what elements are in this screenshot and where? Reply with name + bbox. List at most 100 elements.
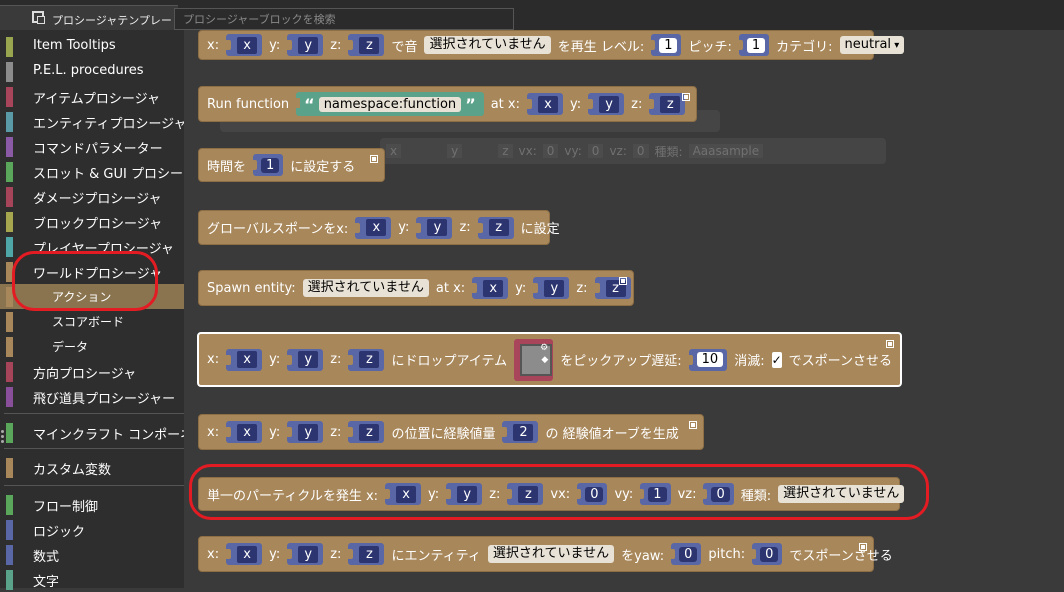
function-value[interactable]: namespace:function	[318, 96, 462, 112]
function-string-input[interactable]: “ namespace:function ”	[296, 92, 484, 116]
category-color-bar	[6, 337, 13, 357]
spawn-entity-block[interactable]: Spawn entity: 選択されていません at x: x y: y z: …	[198, 270, 634, 306]
workspace-canvas[interactable]: x y z vx: 0 vy: 0 vz: 0 種類: Aaasample x:…	[184, 30, 1064, 588]
sidebar-item-8[interactable]: プレイヤープロシージャ	[0, 234, 184, 259]
sidebar-item-16[interactable]: カスタム変数	[0, 455, 184, 480]
y-input[interactable]: y	[287, 543, 324, 565]
block-info-icon[interactable]	[619, 277, 627, 285]
x-input[interactable]: x	[226, 543, 263, 565]
procedure-template-tab[interactable]: プロシージャテンプレート	[0, 5, 178, 43]
search-field[interactable]	[174, 8, 514, 30]
category-dropdown[interactable]: neutral	[839, 36, 905, 54]
sidebar-item-17[interactable]: フロー制御	[0, 492, 184, 517]
sidebar-item-0[interactable]: Item Tooltips	[0, 34, 184, 59]
ghost-vx-label: vx:	[518, 144, 537, 158]
category-label: カテゴリ:	[776, 39, 833, 55]
ghost-kind-label: 種類:	[654, 144, 683, 159]
level-input[interactable]: 1	[651, 34, 682, 56]
sidebar-item-1[interactable]: P.E.L. procedures	[0, 59, 184, 84]
sidebar-item-3[interactable]: エンティティプロシージャ	[0, 109, 187, 134]
y-label: y:	[569, 96, 582, 112]
sidebar-item-18[interactable]: ロジック	[0, 517, 184, 542]
vy-input[interactable]: 1	[640, 483, 671, 505]
play-sound-block[interactable]: x: x y: y z: z で音 選択されていません を再生 レベル: 1 ピ…	[198, 30, 905, 60]
x-input[interactable]: x	[226, 34, 263, 56]
y-input[interactable]: y	[533, 277, 570, 299]
particle-block[interactable]: 単一のパーティクルを発生 x: x y: y z: z vx: 0 vy: 1 …	[198, 477, 905, 511]
z-input[interactable]: z	[507, 483, 544, 505]
vx-input[interactable]: 0	[577, 483, 608, 505]
item-slot[interactable]: ⚙ ◆	[514, 338, 554, 381]
block-info-icon[interactable]	[689, 421, 697, 429]
block-info-icon[interactable]	[370, 155, 378, 163]
run-function-block[interactable]: Run function “ namespace:function ” at x…	[198, 86, 697, 122]
category-color-bar	[6, 237, 13, 257]
sidebar-item-12[interactable]: データ	[0, 334, 184, 359]
search-input[interactable]	[175, 9, 513, 29]
category-color-bar	[6, 287, 13, 307]
sound-dropdown[interactable]: 選択されていません	[424, 36, 551, 54]
at-x-label: at x:	[490, 96, 520, 112]
sidebar-item-label: ロジック	[33, 525, 86, 540]
category-color-bar	[6, 362, 13, 382]
z-input[interactable]: z	[649, 93, 686, 115]
sidebar-item-5[interactable]: スロット & GUI プロシージャ	[0, 159, 208, 184]
spawn-entity-yaw-block[interactable]: x: x y: y z: z にエンティティ 選択されていません をyaw: 0…	[198, 536, 893, 572]
sidebar-item-10[interactable]: アクション	[0, 284, 184, 309]
entity-dropdown[interactable]: 選択されていません	[487, 545, 615, 563]
at-x-label: at x:	[435, 280, 466, 296]
particle-kind-dropdown[interactable]: 選択されていません	[778, 485, 905, 503]
sidebar-item-9[interactable]: ワールドプロシージャ	[0, 259, 184, 284]
time-input[interactable]: 1	[253, 154, 284, 176]
y-input[interactable]: y	[287, 421, 324, 443]
y-input[interactable]: y	[588, 93, 625, 115]
sidebar-item-label: 方向プロシージャ	[33, 367, 137, 382]
block-info-icon[interactable]	[682, 93, 690, 101]
y-label: y:	[428, 486, 440, 502]
despawn-checkbox[interactable]: ✓	[771, 351, 782, 368]
y-input[interactable]: y	[287, 34, 324, 56]
gear-icon[interactable]: ⚙	[540, 343, 548, 353]
x-input[interactable]: x	[385, 483, 422, 505]
delay-input[interactable]: 10	[688, 348, 728, 371]
x-input[interactable]: x	[355, 216, 392, 239]
sidebar-item-4[interactable]: コマンドパラメーター	[0, 134, 184, 159]
pitch-input[interactable]: 1	[738, 34, 770, 56]
z-input[interactable]: z	[348, 348, 385, 371]
x-input[interactable]: x	[526, 93, 563, 115]
yaw-input[interactable]: 0	[671, 543, 702, 565]
block-info-icon[interactable]	[859, 543, 867, 551]
sidebar-item-13[interactable]: 方向プロシージャ	[0, 359, 184, 384]
z-input[interactable]: z	[348, 421, 385, 443]
sidebar-item-14[interactable]: 飛び道具プロシージャー	[0, 384, 184, 409]
sidebar-item-7[interactable]: ブロックプロシージャ	[0, 209, 184, 234]
entity-dropdown[interactable]: 選択されていません	[302, 279, 429, 297]
y-input[interactable]: y	[446, 483, 483, 505]
xp-orb-block[interactable]: x: x y: y z: z の位置に経験値量 2 の 経験値オーブを生成	[198, 414, 704, 450]
sidebar-item-15[interactable]: マインクラフト コンポーネント	[0, 420, 219, 445]
z-label: z:	[459, 220, 471, 235]
block-info-icon[interactable]	[886, 340, 894, 348]
sidebar-item-20[interactable]: 文字	[0, 567, 184, 592]
sidebar-item-2[interactable]: アイテムプロシージャ	[0, 84, 184, 109]
x-input[interactable]: x	[226, 421, 263, 443]
vz-input[interactable]: 0	[703, 483, 734, 505]
z-input[interactable]: z	[348, 543, 385, 565]
z-input[interactable]: z	[477, 216, 514, 239]
x-input[interactable]: x	[472, 277, 509, 299]
z-input[interactable]: z	[348, 34, 385, 56]
x-input[interactable]: x	[226, 348, 263, 371]
drop-item-block[interactable]: x: x y: y z: z にドロップアイテム ⚙ ◆ をピックアップ遅延: …	[197, 332, 902, 387]
y-input[interactable]: y	[416, 216, 453, 239]
sidebar-item-11[interactable]: スコアボード	[0, 309, 184, 334]
sidebar-item-6[interactable]: ダメージプロシージャ	[0, 184, 184, 209]
pitch-input[interactable]: 0	[752, 543, 783, 565]
y-input[interactable]: y	[287, 348, 324, 371]
category-color-bar	[6, 312, 13, 332]
global-spawn-block[interactable]: グローバルスポーンをx: x y: y z: z に設定	[198, 210, 560, 245]
category-color-bar	[6, 570, 13, 590]
xp-amount-input[interactable]: 2	[502, 421, 539, 443]
set-time-block[interactable]: 時間を 1 に設定する	[198, 148, 385, 182]
sidebar-item-19[interactable]: 数式	[0, 542, 184, 567]
ghost-block-particle: x y z vx: 0 vy: 0 vz: 0 種類: Aaasample	[380, 138, 886, 164]
